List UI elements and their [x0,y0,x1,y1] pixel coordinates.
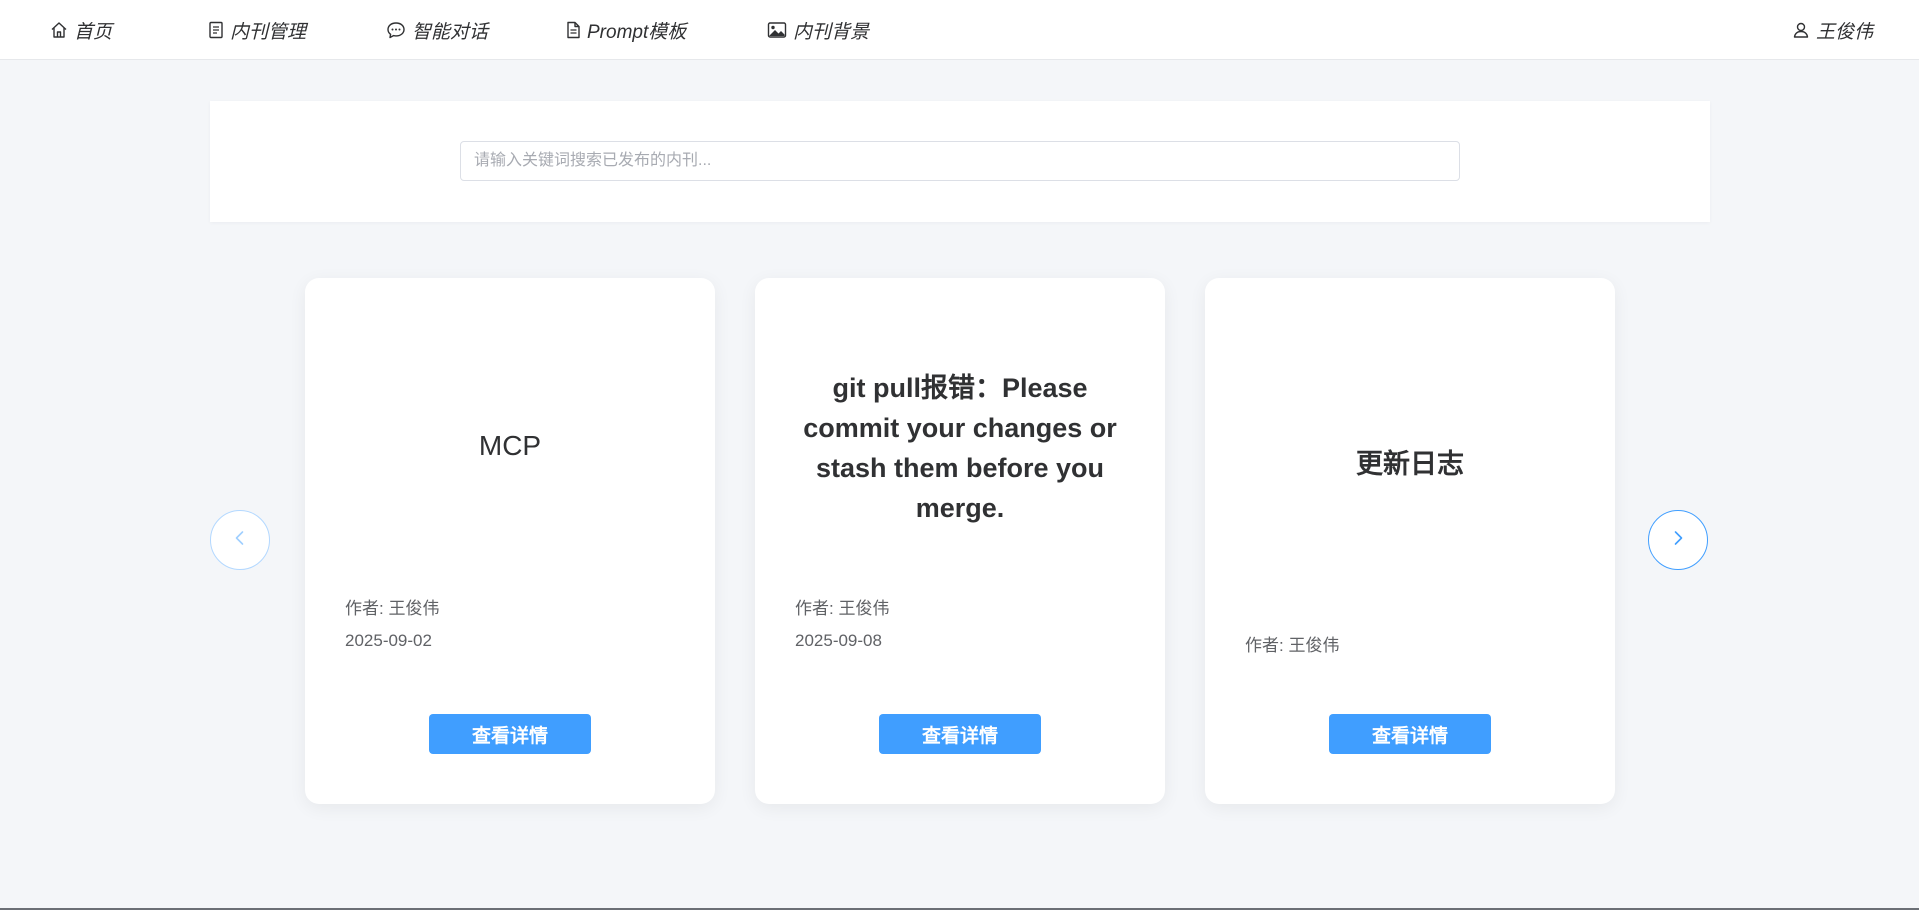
nav-chat-label: 智能对话 [412,21,489,43]
card-date: 2025-09-08 [795,631,882,650]
nav-smart-chat[interactable]: 智能对话 [386,16,488,44]
nav-journal-background[interactable]: 内刊背景 [767,16,869,44]
home-icon [50,21,68,39]
journal-card: 更新日志 作者: 王俊伟 查看详情 [1205,278,1615,804]
card-title: git pull报错：Please commit your changes or… [803,373,1117,523]
chevron-right-icon [1668,528,1688,553]
nav-background-label: 内刊背景 [793,21,870,43]
chevron-left-icon [230,528,250,553]
image-icon [767,21,787,39]
card-author: 作者: 王俊伟 [1245,636,1340,655]
document-icon [208,21,224,39]
view-details-button[interactable]: 查看详情 [429,714,591,754]
card-title: 更新日志 [1356,449,1464,479]
user-icon [1792,21,1810,39]
journal-card: git pull报错：Please commit your changes or… [755,278,1165,804]
nav-journal-management[interactable]: 内刊管理 [208,16,306,44]
card-author: 作者: 王俊伟 [345,599,440,618]
journal-card: MCP 作者: 王俊伟 2025-09-02 查看详情 [305,278,715,804]
card-author: 作者: 王俊伟 [795,599,890,618]
view-details-button[interactable]: 查看详情 [1329,714,1491,754]
nav-prompt-templates[interactable]: Prompt模板 [565,16,686,44]
search-panel [210,101,1710,222]
view-details-button[interactable]: 查看详情 [879,714,1041,754]
card-title: MCP [478,430,542,461]
journal-carousel: MCP 作者: 王俊伟 2025-09-02 查看详情 git pull报错：P… [210,256,1710,824]
carousel-next-button[interactable] [1648,510,1708,570]
nav-prompt-label: Prompt模板 [587,21,687,43]
file-icon [565,21,581,39]
card-date: 2025-09-02 [345,631,432,650]
nav-home-label: 首页 [74,21,113,43]
top-navbar: 首页 内刊管理 智能对话 Prompt模板 内刊背景 王俊伟 [0,0,1919,60]
chat-bubble-icon [386,21,406,39]
user-menu[interactable]: 王俊伟 [1792,16,1873,44]
nav-home[interactable]: 首页 [50,16,112,44]
nav-journal-label: 内刊管理 [230,21,307,43]
user-name: 王俊伟 [1815,21,1873,43]
search-input[interactable] [460,141,1460,181]
carousel-prev-button[interactable] [210,510,270,570]
